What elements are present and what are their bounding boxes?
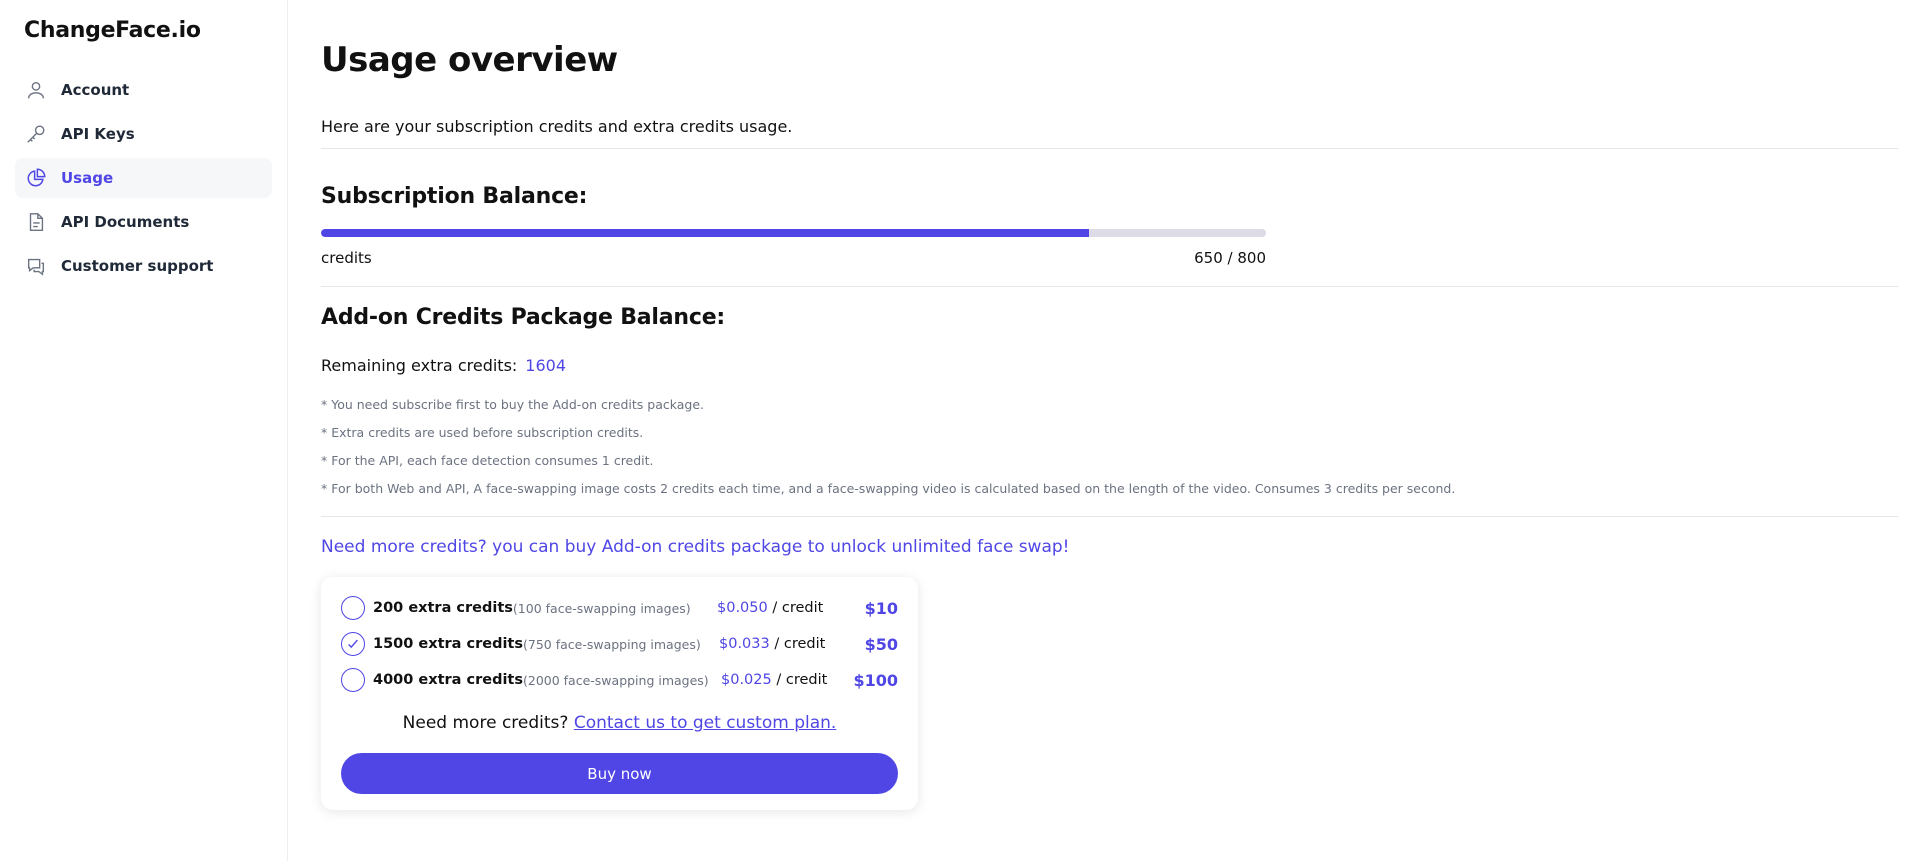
package-price-value: $0.025 — [721, 672, 772, 688]
brand-logo[interactable]: ChangeFace.io — [24, 18, 201, 43]
note-item: * For both Web and API, A face-swapping … — [321, 481, 1456, 496]
promo-text: Need more credits? you can buy Add-on cr… — [321, 537, 1070, 557]
package-credits: 200 extra credits — [373, 600, 513, 616]
note-item: * For the API, each face detection consu… — [321, 453, 654, 468]
package-price: $0.033 / credit — [719, 636, 825, 652]
divider — [321, 148, 1898, 149]
sidebar-item-label: Account — [61, 81, 130, 99]
chat-icon — [25, 255, 47, 277]
sidebar-item-api-documents[interactable]: API Documents — [15, 202, 272, 242]
package-desc: (2000 face-swapping images) — [523, 672, 709, 688]
package-price-unit: / credit — [769, 636, 826, 652]
package-option-1500[interactable]: 1500 extra credits (750 face-swapping ima… — [341, 629, 898, 659]
note-item: * You need subscribe first to buy the Ad… — [321, 397, 705, 412]
sidebar-item-label: Customer support — [61, 257, 214, 275]
package-price-value: $0.033 — [719, 636, 770, 652]
sidebar-item-label: Usage — [61, 169, 114, 187]
page-title: Usage overview — [321, 40, 618, 80]
package-price-unit: / credit — [771, 672, 828, 688]
addon-balance-title: Add-on Credits Package Balance: — [321, 305, 726, 330]
subscription-balance-title: Subscription Balance: — [321, 184, 588, 209]
sidebar-item-label: API Documents — [61, 213, 190, 231]
remaining-label: Remaining extra credits: — [321, 356, 518, 375]
package-price: $0.050 / credit — [717, 600, 823, 616]
sidebar-item-usage[interactable]: Usage — [15, 158, 272, 198]
package-option-200[interactable]: 200 extra credits (100 face-swapping imag… — [341, 593, 898, 623]
sidebar-nav: Account API Keys Usage API Documents Cus… — [15, 70, 272, 290]
pie-chart-icon — [25, 167, 47, 189]
radio-unchecked-icon[interactable] — [341, 596, 365, 620]
subscription-progress-bar — [321, 229, 1266, 237]
package-option-4000[interactable]: 4000 extra credits (2000 face-swapping im… — [341, 665, 898, 695]
contact-custom-plan-link[interactable]: Contact us to get custom plan. — [574, 713, 837, 733]
contact-prefix: Need more credits? — [402, 713, 574, 733]
remaining-value: 1604 — [525, 356, 567, 375]
sidebar-item-api-keys[interactable]: API Keys — [15, 114, 272, 154]
page-subtitle: Here are your subscription credits and e… — [321, 117, 793, 136]
package-price: $0.025 / credit — [721, 672, 827, 688]
package-card: 200 extra credits (100 face-swapping imag… — [321, 577, 918, 810]
package-credits: 4000 extra credits — [373, 672, 523, 688]
key-icon — [25, 123, 47, 145]
subscription-progress-fill — [321, 229, 1089, 237]
addon-notes: * You need subscribe first to buy the Ad… — [321, 396, 1455, 508]
document-icon — [25, 211, 47, 233]
package-total: $10 — [864, 598, 898, 618]
package-total: $50 — [864, 634, 898, 654]
package-credits: 1500 extra credits — [373, 636, 523, 652]
divider — [321, 516, 1898, 517]
divider — [321, 286, 1898, 287]
contact-line: Need more credits? Contact us to get cus… — [321, 713, 918, 733]
sidebar: ChangeFace.io Account API Keys Usage API… — [0, 0, 288, 861]
sidebar-item-label: API Keys — [61, 125, 135, 143]
package-desc: (100 face-swapping images) — [512, 600, 691, 616]
sidebar-item-account[interactable]: Account — [15, 70, 272, 110]
credits-value: 650 / 800 — [1194, 249, 1266, 267]
sidebar-item-customer-support[interactable]: Customer support — [15, 246, 272, 286]
radio-checked-icon[interactable] — [341, 632, 365, 656]
package-desc: (750 face-swapping images) — [523, 636, 701, 652]
radio-unchecked-icon[interactable] — [341, 668, 365, 692]
package-total: $100 — [853, 670, 898, 690]
user-icon — [25, 79, 47, 101]
note-item: * Extra credits are used before subscrip… — [321, 425, 644, 440]
buy-now-button[interactable]: Buy now — [341, 753, 898, 794]
package-price-unit: / credit — [767, 600, 824, 616]
package-price-value: $0.050 — [717, 600, 768, 616]
remaining-extra-credits: Remaining extra credits: 1604 — [321, 356, 566, 375]
